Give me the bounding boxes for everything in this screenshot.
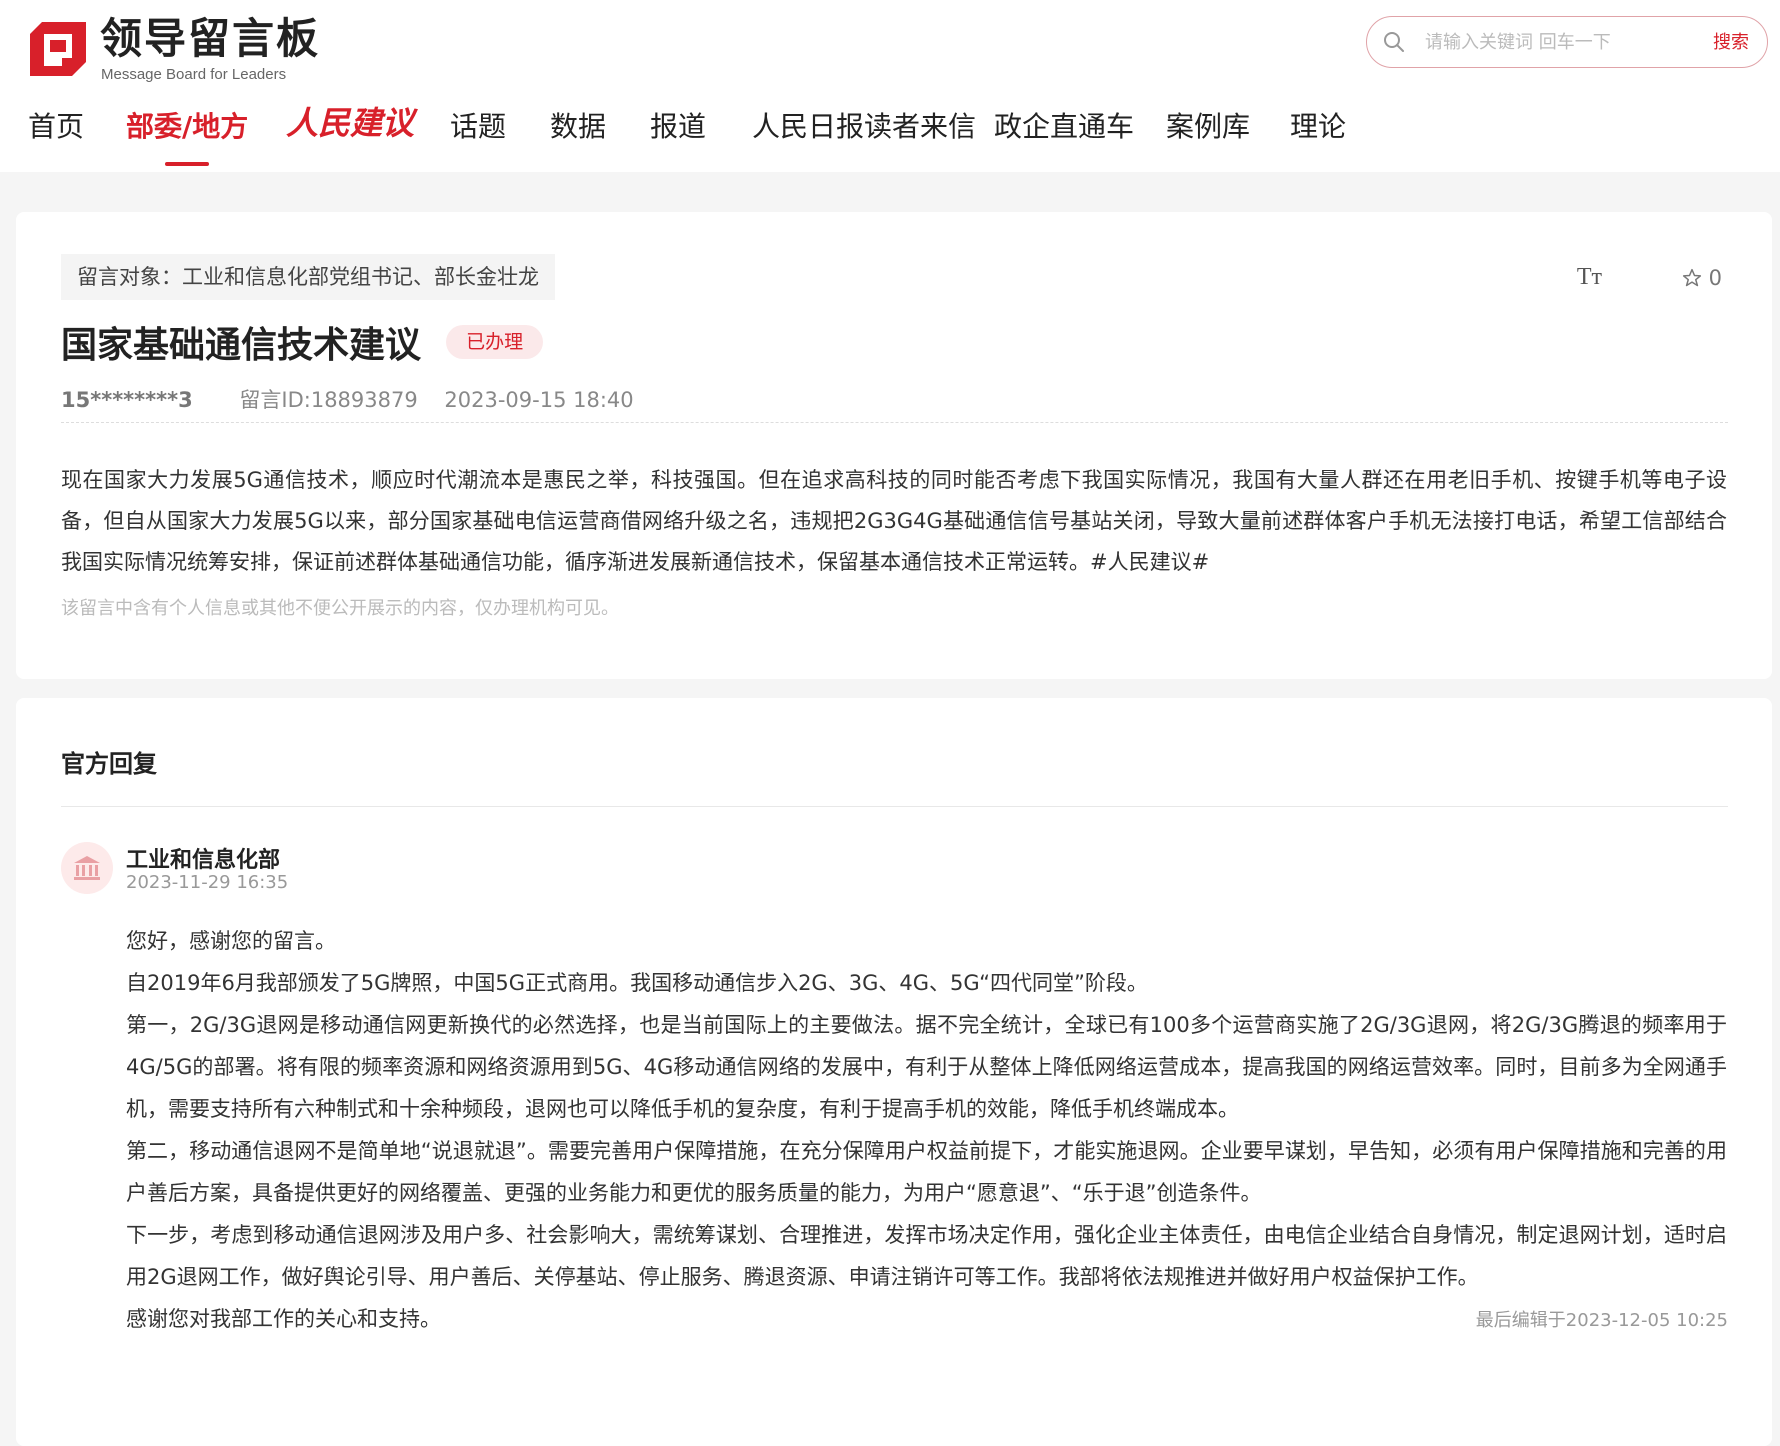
favorite-count: 0 [1708,266,1722,290]
message-target: 留言对象：工业和信息化部党组书记、部长金壮龙 [61,254,555,300]
logo-mark-icon [30,22,86,76]
nav-item-topics[interactable]: 话题 [450,106,506,148]
logo-subtitle: Message Board for Leaders [101,66,287,83]
message-body: 现在国家大力发展5G通信技术，顺应时代潮流本是惠民之举，科技强国。但在追求高科技… [61,468,1727,574]
logo-title: 领导留言板 [100,14,321,63]
title-row: 国家基础通信技术建议 已办理 [61,316,544,366]
reply-paragraph: 下一步，考虑到移动通信退网涉及用户多、社会影响大，需统筹谋划、合理推进，发挥市场… [126,1223,1727,1289]
favorite-button[interactable]: 0 [1682,266,1722,290]
nav-item-theory[interactable]: 理论 [1290,106,1346,148]
message-author: 15********3 [61,388,193,412]
nav-item-gov-enterprise[interactable]: 政企直通车 [994,106,1134,148]
search-box: 搜索 [1366,16,1768,68]
nav-item-reports[interactable]: 报道 [650,106,706,148]
site-header: 领导留言板 Message Board for Leaders 搜索 首页 部委… [0,0,1780,172]
star-icon [1682,268,1702,287]
reply-paragraph: 第一，2G/3G退网是移动通信网更新换代的必然选择，也是当前国际上的主要做法。据… [126,1013,1727,1121]
reply-paragraph: 您好，感谢您的留言。 [126,929,336,953]
reply-datetime: 2023-11-29 16:35 [126,872,289,893]
reply-paragraph: 自2019年6月我部颁发了5G牌照，中国5G正式商用。我国移动通信步入2G、3G… [126,971,1148,995]
reply-divider [61,806,1728,807]
nav-item-case-library[interactable]: 案例库 [1166,106,1250,148]
message-card: 留言对象：工业和信息化部党组书记、部长金壮龙 Tт 0 国家基础通信技术建议 已… [16,212,1772,679]
reply-section-title: 官方回复 [61,750,157,778]
nav-active-underline [165,162,210,166]
reply-paragraph: 第二，移动通信退网不是简单地“说退就退”。需要完善用户保障措施，在充分保障用户权… [126,1139,1727,1205]
message-datetime: 2023-09-15 18:40 [444,388,634,412]
privacy-note: 该留言中含有个人信息或其他不便公开展示的内容，仅办理机构可见。 [61,598,619,619]
font-size-button[interactable]: Tт [1577,264,1602,291]
search-button[interactable]: 搜索 [1713,28,1749,54]
status-badge: 已办理 [446,325,544,359]
nav-item-data[interactable]: 数据 [550,106,606,148]
nav-item-readers-letters[interactable]: 人民日报读者来信 [752,106,976,148]
nav-item-people-suggestions[interactable]: 人民建议 [286,102,414,144]
search-icon [1384,32,1404,52]
message-title: 国家基础通信技术建议 [61,325,422,366]
reply-body: 您好，感谢您的留言。 自2019年6月我部颁发了5G牌照，中国5G正式商用。我国… [126,920,1727,1340]
message-id: 留言ID:18893879 [239,388,418,412]
nav-item-home[interactable]: 首页 [28,106,84,148]
department-name: 工业和信息化部 [126,848,281,873]
nav-item-ministries-local[interactable]: 部委/地方 [126,106,249,166]
nav-item-label: 部委/地方 [126,110,249,143]
department-avatar [61,842,113,894]
dashed-divider [61,422,1728,423]
government-building-icon [74,856,100,880]
site-logo[interactable]: 领导留言板 Message Board for Leaders [28,14,328,83]
message-meta: 15********3 留言ID:18893879 2023-09-15 18:… [61,384,634,414]
official-reply-card: 官方回复 工业和信息化部 2023-11-29 16:35 您好，感谢您的留言。… [16,698,1772,1446]
search-input[interactable] [1425,29,1685,55]
last-edited: 最后编辑于2023-12-05 10:25 [1475,1310,1728,1331]
